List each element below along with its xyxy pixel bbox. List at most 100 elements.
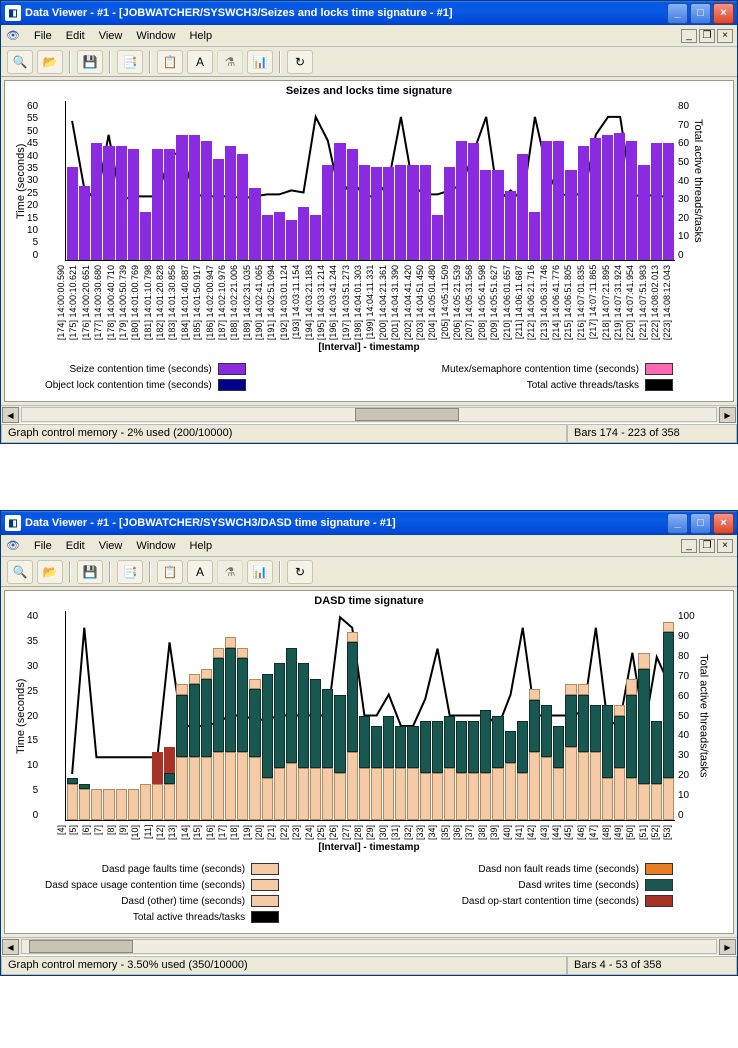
bar[interactable] (128, 611, 139, 820)
bar[interactable] (67, 101, 78, 260)
bar[interactable] (456, 611, 467, 820)
bar[interactable] (553, 101, 564, 260)
menu-view[interactable]: View (92, 28, 130, 44)
bar[interactable] (468, 611, 479, 820)
bar[interactable] (371, 611, 382, 820)
bar[interactable] (310, 101, 321, 260)
bar[interactable] (638, 611, 649, 820)
bar[interactable] (189, 101, 200, 260)
close-button[interactable]: × (713, 513, 734, 534)
bar[interactable] (565, 611, 576, 820)
bar[interactable] (103, 611, 114, 820)
bar[interactable] (651, 611, 662, 820)
plot-area[interactable] (65, 101, 675, 261)
bar[interactable] (565, 101, 576, 260)
minimize-button[interactable]: _ (667, 3, 688, 24)
bar[interactable] (249, 611, 260, 820)
menu-view[interactable]: View (92, 538, 130, 554)
maximize-button[interactable]: □ (690, 513, 711, 534)
bar[interactable] (529, 101, 540, 260)
query-icon[interactable]: 🔍 (7, 560, 33, 584)
bar[interactable] (578, 101, 589, 260)
bar[interactable] (189, 611, 200, 820)
bar[interactable] (67, 611, 78, 820)
refresh-icon[interactable]: ↻ (287, 560, 313, 584)
bar[interactable] (334, 101, 345, 260)
menu-help[interactable]: Help (182, 28, 219, 44)
bar[interactable] (140, 101, 151, 260)
save-icon[interactable]: 💾 (77, 50, 103, 74)
bar[interactable] (602, 101, 613, 260)
refresh-icon[interactable]: ↻ (287, 50, 313, 74)
titlebar[interactable]: ◧ Data Viewer - #1 - [JOBWATCHER/SYSWCH3… (1, 1, 737, 25)
properties-icon[interactable]: 📑 (117, 560, 143, 584)
bar[interactable] (347, 101, 358, 260)
chart-icon[interactable]: 📊 (247, 50, 273, 74)
bar[interactable] (359, 101, 370, 260)
scroll-left-icon[interactable]: ◀ (2, 407, 19, 423)
mdi-minimize-button[interactable]: _ (681, 29, 697, 43)
bar[interactable] (176, 611, 187, 820)
close-button[interactable]: × (713, 3, 734, 24)
bar[interactable] (262, 611, 273, 820)
mdi-restore-button[interactable]: ❐ (699, 539, 715, 553)
bar[interactable] (663, 101, 674, 260)
bar[interactable] (164, 101, 175, 260)
bar[interactable] (456, 101, 467, 260)
minimize-button[interactable]: _ (667, 513, 688, 534)
bar[interactable] (274, 611, 285, 820)
menu-file[interactable]: File (27, 538, 59, 554)
bar[interactable] (213, 611, 224, 820)
bar[interactable] (91, 611, 102, 820)
bar[interactable] (152, 611, 163, 820)
bar[interactable] (347, 611, 358, 820)
mdi-minimize-button[interactable]: _ (681, 539, 697, 553)
bar[interactable] (529, 611, 540, 820)
bar[interactable] (262, 101, 273, 260)
scroll-right-icon[interactable]: ▶ (719, 939, 736, 955)
menu-help[interactable]: Help (182, 538, 219, 554)
bar[interactable] (663, 611, 674, 820)
bar[interactable] (432, 101, 443, 260)
bar[interactable] (237, 101, 248, 260)
bar[interactable] (237, 611, 248, 820)
bar[interactable] (480, 101, 491, 260)
plot-area[interactable] (65, 611, 675, 821)
bar[interactable] (420, 611, 431, 820)
bar[interactable] (614, 101, 625, 260)
mdi-close-button[interactable]: × (717, 29, 733, 43)
bar[interactable] (578, 611, 589, 820)
bar[interactable] (103, 101, 114, 260)
bar[interactable] (383, 101, 394, 260)
bar[interactable] (91, 101, 102, 260)
bar[interactable] (651, 101, 662, 260)
query-icon[interactable]: 🔍 (7, 50, 33, 74)
bar[interactable] (383, 611, 394, 820)
bar[interactable] (395, 611, 406, 820)
bar[interactable] (116, 101, 127, 260)
bar[interactable] (541, 101, 552, 260)
bar[interactable] (152, 101, 163, 260)
menu-window[interactable]: Window (129, 28, 182, 44)
bar[interactable] (444, 101, 455, 260)
bar[interactable] (213, 101, 224, 260)
bar[interactable] (480, 611, 491, 820)
bar[interactable] (371, 101, 382, 260)
open-icon[interactable]: 📂 (37, 50, 63, 74)
bar[interactable] (128, 101, 139, 260)
bar[interactable] (116, 611, 127, 820)
copy-icon[interactable]: 📋 (157, 560, 183, 584)
scroll-right-icon[interactable]: ▶ (719, 407, 736, 423)
bar[interactable] (505, 101, 516, 260)
text-icon[interactable]: A (187, 560, 213, 584)
text-icon[interactable]: A (187, 50, 213, 74)
bar[interactable] (310, 611, 321, 820)
titlebar[interactable]: ◧ Data Viewer - #1 - [JOBWATCHER/SYSWCH3… (1, 511, 737, 535)
bar[interactable] (359, 611, 370, 820)
bar[interactable] (286, 101, 297, 260)
bar[interactable] (79, 101, 90, 260)
mdi-restore-button[interactable]: ❐ (699, 29, 715, 43)
bar[interactable] (517, 611, 528, 820)
bar[interactable] (274, 101, 285, 260)
bar[interactable] (505, 611, 516, 820)
